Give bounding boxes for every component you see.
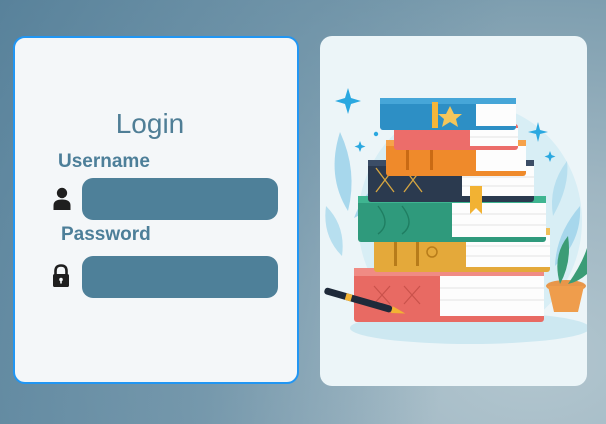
books-illustration: [324, 88, 587, 344]
username-input[interactable]: [82, 178, 278, 220]
password-label: Password: [61, 224, 151, 245]
illustration-panel: [320, 36, 587, 386]
user-icon: [52, 187, 72, 211]
password-input[interactable]: [82, 256, 278, 298]
username-label: Username: [58, 151, 150, 172]
login-title: Login: [115, 108, 185, 139]
lock-icon: [51, 264, 71, 288]
